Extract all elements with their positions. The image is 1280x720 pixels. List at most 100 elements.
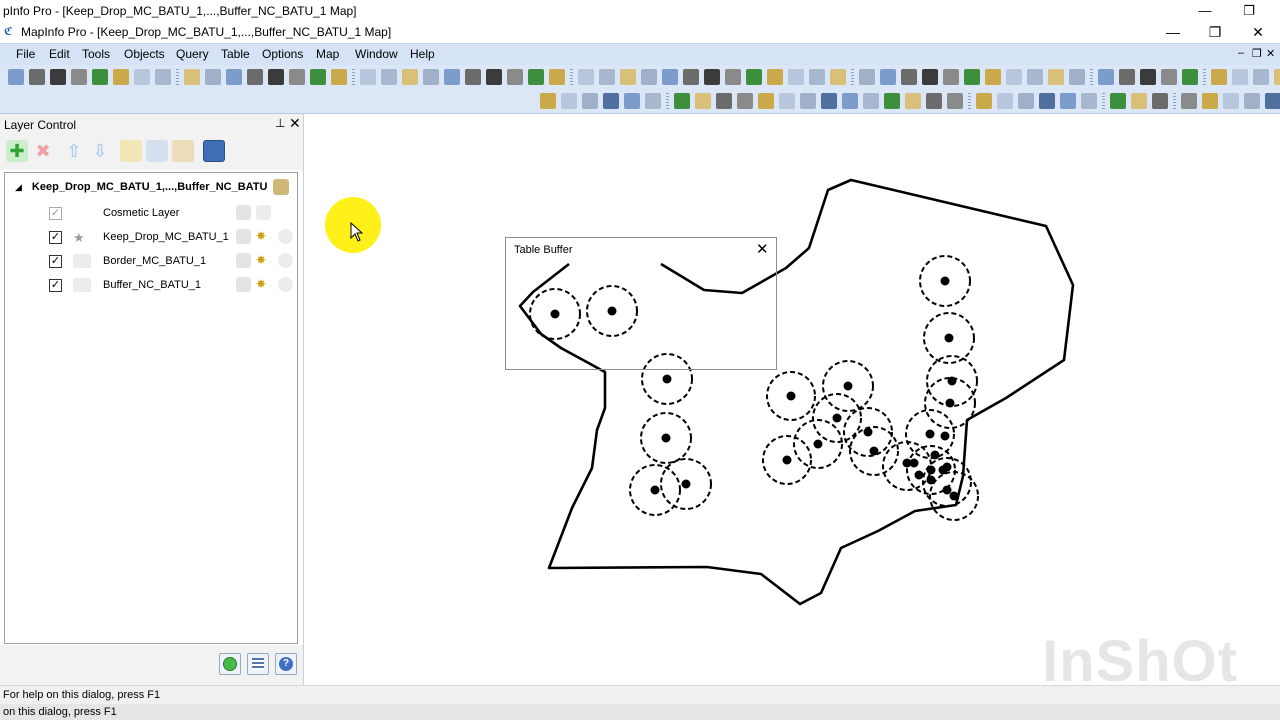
toolbar-tool-icon[interactable]: [582, 93, 598, 109]
label-icon[interactable]: [278, 253, 293, 268]
toolbar-tool-icon[interactable]: [695, 93, 711, 109]
toolbar-tool-icon[interactable]: [155, 69, 171, 85]
toolbar-tool-icon[interactable]: [788, 69, 804, 85]
toolbar-tool-icon[interactable]: [1211, 69, 1227, 85]
menu-help[interactable]: Help: [410, 47, 435, 61]
toolbar-tool-icon[interactable]: [205, 69, 221, 85]
toolbar-tool-icon[interactable]: [599, 69, 615, 85]
map-properties-icon[interactable]: [273, 179, 289, 195]
toolbar-tool-icon[interactable]: [381, 69, 397, 85]
toolbar-tool-icon[interactable]: [842, 93, 858, 109]
menu-query[interactable]: Query: [176, 47, 209, 61]
toolbar-tool-icon[interactable]: [1018, 93, 1034, 109]
toolbar-tool-icon[interactable]: [1232, 69, 1248, 85]
toolbar-tool-icon[interactable]: [859, 69, 875, 85]
toolbar-tool-icon[interactable]: [976, 93, 992, 109]
toolbar-tool-icon[interactable]: [809, 69, 825, 85]
toolbar-tool-icon[interactable]: [1274, 69, 1280, 85]
toolbar-tool-icon[interactable]: [737, 93, 753, 109]
toolbar-tool-icon[interactable]: [444, 69, 460, 85]
toolbar-tool-icon[interactable]: [247, 69, 263, 85]
toolbar-grip[interactable]: [851, 69, 854, 85]
toolbar-grip[interactable]: [1102, 93, 1105, 109]
minimize-button[interactable]: —: [1156, 23, 1190, 42]
toolbar-tool-icon[interactable]: [1039, 93, 1055, 109]
toolbar-tool-icon[interactable]: [746, 69, 762, 85]
toolbar-tool-icon[interactable]: [645, 93, 661, 109]
layer-control-close-button[interactable]: ✕: [289, 115, 301, 132]
toolbar-tool-icon[interactable]: [905, 93, 921, 109]
mdi-minimize-button[interactable]: –: [1238, 47, 1244, 59]
table-buffer-dialog[interactable]: Table Buffer ✕: [505, 237, 777, 370]
toolbar-tool-icon[interactable]: [402, 69, 418, 85]
toolbar-tool-icon[interactable]: [830, 69, 846, 85]
collapse-arrow-icon[interactable]: ◢: [15, 182, 22, 192]
map-drawing[interactable]: [304, 114, 1280, 685]
toolbar-tool-icon[interactable]: [1152, 93, 1168, 109]
toolbar-tool-icon[interactable]: [716, 93, 732, 109]
mdi-close-button[interactable]: ✕: [1266, 47, 1275, 60]
toolbar-tool-icon[interactable]: [985, 69, 1001, 85]
layer-visibility-checkbox[interactable]: ✓: [49, 279, 62, 292]
selectable-icon[interactable]: ✸: [256, 253, 271, 268]
menu-options[interactable]: Options: [262, 47, 303, 61]
toolbar-grip[interactable]: [352, 69, 355, 85]
layer-refresh-icon[interactable]: [146, 140, 168, 162]
toolbar-tool-icon[interactable]: [997, 93, 1013, 109]
toolbar-tool-icon[interactable]: [360, 69, 376, 85]
menu-map[interactable]: Map: [316, 47, 339, 61]
toolbar-tool-icon[interactable]: [683, 69, 699, 85]
layer-row-border[interactable]: ✓ Border_MC_BATU_1 ✸: [49, 253, 294, 271]
options-list-icon[interactable]: [247, 653, 269, 675]
toolbar-tool-icon[interactable]: [922, 69, 938, 85]
toolbar-grip[interactable]: [570, 69, 573, 85]
toolbar-tool-icon[interactable]: [1265, 93, 1280, 109]
toolbar-tool-icon[interactable]: [1098, 69, 1114, 85]
toolbar-tool-icon[interactable]: [1006, 69, 1022, 85]
ok-apply-icon[interactable]: [219, 653, 241, 675]
toolbar-tool-icon[interactable]: [947, 93, 963, 109]
mdi-restore-button[interactable]: ❐: [1252, 47, 1262, 60]
toolbar-tool-icon[interactable]: [926, 93, 942, 109]
toolbar-tool-icon[interactable]: [1131, 93, 1147, 109]
toolbar-tool-icon[interactable]: [528, 69, 544, 85]
toolbar-grip[interactable]: [968, 93, 971, 109]
toolbar-tool-icon[interactable]: [725, 69, 741, 85]
toolbar-tool-icon[interactable]: [1202, 93, 1218, 109]
toolbar-tool-icon[interactable]: [549, 69, 565, 85]
toolbar-tool-icon[interactable]: [268, 69, 284, 85]
toolbar-tool-icon[interactable]: [1069, 69, 1085, 85]
menu-window[interactable]: Window: [355, 47, 398, 61]
toolbar-tool-icon[interactable]: [1182, 69, 1198, 85]
toolbar-tool-icon[interactable]: [134, 69, 150, 85]
menu-edit[interactable]: Edit: [49, 47, 70, 61]
toolbar-tool-icon[interactable]: [704, 69, 720, 85]
toolbar-tool-icon[interactable]: [1048, 69, 1064, 85]
ghost-minimize-button[interactable]: —: [1190, 1, 1220, 21]
selectable-icon[interactable]: ✸: [256, 229, 271, 244]
toolbar-grip[interactable]: [176, 69, 179, 85]
menu-file[interactable]: File: [16, 47, 35, 61]
layer-visibility-checkbox[interactable]: ✓: [49, 255, 62, 268]
toolbar-tool-icon[interactable]: [226, 69, 242, 85]
toolbar-tool-icon[interactable]: [1140, 69, 1156, 85]
layer-properties-icon[interactable]: [203, 140, 225, 162]
toolbar-tool-icon[interactable]: [1119, 69, 1135, 85]
toolbar-tool-icon[interactable]: [662, 69, 678, 85]
label-icon[interactable]: [278, 277, 293, 292]
toolbar-tool-icon[interactable]: [184, 69, 200, 85]
layer-label-icon[interactable]: [172, 140, 194, 162]
selectable-icon[interactable]: [256, 205, 271, 220]
menu-objects[interactable]: Objects: [124, 47, 165, 61]
toolbar-tool-icon[interactable]: [1027, 69, 1043, 85]
toolbar-tool-icon[interactable]: [767, 69, 783, 85]
toolbar-tool-icon[interactable]: [901, 69, 917, 85]
toolbar-tool-icon[interactable]: [423, 69, 439, 85]
toolbar-tool-icon[interactable]: [1161, 69, 1177, 85]
toolbar-tool-icon[interactable]: [624, 93, 640, 109]
toolbar-tool-icon[interactable]: [289, 69, 305, 85]
toolbar-tool-icon[interactable]: [1110, 93, 1126, 109]
layer-visibility-checkbox[interactable]: ✓: [49, 207, 62, 220]
toolbar-tool-icon[interactable]: [620, 69, 636, 85]
restore-button[interactable]: ❐: [1198, 23, 1232, 42]
